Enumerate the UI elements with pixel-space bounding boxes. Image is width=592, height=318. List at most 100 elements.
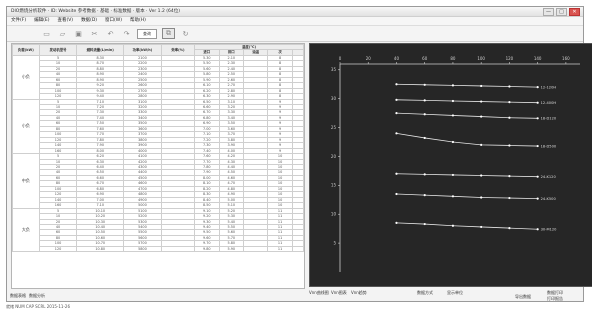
data-point xyxy=(451,140,455,144)
table-cell: 9.80 xyxy=(194,245,220,253)
display-unit-label: 显示单位 xyxy=(447,290,463,295)
x-tick-label: 80 xyxy=(450,56,456,61)
series-label: 24-K120 xyxy=(541,175,557,179)
series-line xyxy=(396,99,538,104)
tab-data-table[interactable]: 数据表格 xyxy=(10,293,26,299)
series-label: 18-D120 xyxy=(541,117,557,121)
chart-tab-2[interactable]: Vnn图表 xyxy=(331,290,347,296)
data-point xyxy=(480,100,483,103)
table-body: 小负 5 8.30 2100 5.30 2.10 8 10 8.70 2200 5.50 2.30 8 2… xyxy=(12,54,304,253)
data-point xyxy=(423,194,426,197)
col-header-load[interactable]: 负载(kW) xyxy=(12,44,40,56)
table-cell: 120 xyxy=(38,245,78,253)
data-point xyxy=(423,83,426,86)
bottom-bar: 数据表格 数据分析 Vnn曲线图 Vnn图表 Vnn趋势 数据方式 显示单位 导… xyxy=(7,287,585,302)
data-point xyxy=(480,84,483,88)
window-controls: — □ ✕ xyxy=(543,8,580,16)
chart-tab-3[interactable]: Vnn趋势 xyxy=(351,290,367,296)
print-report-button[interactable]: 打印报告 xyxy=(547,296,563,302)
data-point xyxy=(451,173,455,177)
data-point xyxy=(451,224,455,227)
undo-icon[interactable]: ↶ xyxy=(105,29,116,38)
menu-help[interactable]: 帮助(H) xyxy=(130,17,146,25)
series-label: 12-400H xyxy=(541,101,557,105)
data-point xyxy=(480,115,483,118)
y-tick-label: 30 xyxy=(331,96,337,101)
data-point xyxy=(395,221,398,224)
data-point xyxy=(508,101,511,104)
group-label: 小负 xyxy=(12,98,40,155)
menu-edit[interactable]: 编辑(E) xyxy=(34,17,49,25)
series-line xyxy=(396,173,538,178)
table-cell xyxy=(242,245,269,253)
y-tick-label: 5 xyxy=(333,241,336,246)
close-button[interactable]: ✕ xyxy=(569,8,580,16)
redo-icon[interactable]: ↷ xyxy=(121,29,132,38)
y-tick-label: 20 xyxy=(331,154,337,159)
x-tick-label: 20 xyxy=(366,56,372,61)
chart-tab-1[interactable]: Vnn曲线图 xyxy=(309,290,329,296)
y-tick-label: 25 xyxy=(331,125,337,130)
cut-icon[interactable]: ✂ xyxy=(89,29,100,38)
x-tick-label: 160 xyxy=(562,56,570,61)
data-point xyxy=(536,175,539,178)
data-point xyxy=(536,228,539,231)
title-bar: DIO燃烧分析软件 · ID: Website 参考数据 · 基础 · 标准数据… xyxy=(7,7,583,17)
data-point xyxy=(451,114,455,117)
series-line xyxy=(396,112,538,119)
y-tick-label: 10 xyxy=(331,212,337,217)
export-button[interactable]: 导出数据 xyxy=(515,294,531,300)
x-tick-label: 40 xyxy=(394,56,400,61)
series-line xyxy=(396,83,538,88)
x-tick-label: 140 xyxy=(534,56,542,61)
col-header-power[interactable]: 功率(kW/h) xyxy=(123,44,162,56)
table-cell: 11 xyxy=(267,245,293,253)
menu-view[interactable]: 查看(V) xyxy=(57,17,73,25)
x-tick-label: 0 xyxy=(339,56,342,61)
x-tick-label: 120 xyxy=(506,56,514,61)
menu-bar: 文件(F) 编辑(E) 查看(V) 数据(D) 窗口(W) 帮助(H) xyxy=(7,17,583,26)
data-point xyxy=(423,173,426,176)
new-icon[interactable]: ▭ xyxy=(41,29,52,38)
toolbar: ▭ ▱ ▣ ✂ ↶ ↷ 查询 ⧉ ↻ xyxy=(7,26,583,42)
data-point xyxy=(536,86,539,89)
data-point xyxy=(480,196,483,199)
minimize-button[interactable]: — xyxy=(543,8,554,16)
table-row[interactable]: 120 10.80 5800 9.80 5.90 11 xyxy=(13,245,304,253)
data-point xyxy=(395,172,398,175)
col-header-efficiency[interactable]: 效率(%) xyxy=(160,44,196,56)
data-point xyxy=(536,101,539,104)
tab-data-analysis[interactable]: 数据分析 xyxy=(29,293,45,299)
copy-icon[interactable]: ⧉ xyxy=(162,28,175,39)
menu-data[interactable]: 数据(D) xyxy=(81,17,97,25)
open-icon[interactable]: ▱ xyxy=(57,29,68,38)
series-label: 24-K500 xyxy=(541,197,557,201)
app-window: DIO燃烧分析软件 · ID: Website 参考数据 · 基础 · 标准数据… xyxy=(6,6,592,302)
group-label: 小负 xyxy=(12,54,40,100)
menu-file[interactable]: 文件(F) xyxy=(11,17,26,25)
maximize-button[interactable]: □ xyxy=(556,8,567,16)
menu-window[interactable]: 窗口(W) xyxy=(105,17,122,25)
data-point xyxy=(480,174,483,177)
data-table-panel: 负载(kW) 发动机型号 燃料流量(L/min) 功率(kW/h) 效率(%) … xyxy=(11,43,305,289)
data-point xyxy=(480,143,483,146)
series-line xyxy=(396,222,538,230)
data-point xyxy=(536,197,539,200)
data-point xyxy=(508,226,511,230)
query-button[interactable]: 查询 xyxy=(137,28,157,39)
data-point xyxy=(395,98,398,101)
col-header-flow[interactable]: 燃料流量(L/min) xyxy=(76,44,125,56)
save-icon[interactable]: ▣ xyxy=(73,29,84,38)
table-cell: 5.90 xyxy=(218,245,244,253)
window-title: DIO燃烧分析软件 · ID: Website 参考数据 · 基础 · 标准数据… xyxy=(11,9,180,14)
data-point xyxy=(536,117,539,120)
table-cell xyxy=(160,245,196,253)
table-cell xyxy=(291,245,304,253)
series-label: 12-120H xyxy=(541,85,557,89)
status-bar: 就绪 NUM CAP SCRL 2015-11-26 xyxy=(6,304,70,309)
refresh-icon[interactable]: ↻ xyxy=(180,29,191,38)
col-header-model[interactable]: 发动机型号 xyxy=(38,44,78,56)
data-point xyxy=(423,222,426,226)
data-point xyxy=(423,136,426,140)
data-point xyxy=(423,113,426,116)
